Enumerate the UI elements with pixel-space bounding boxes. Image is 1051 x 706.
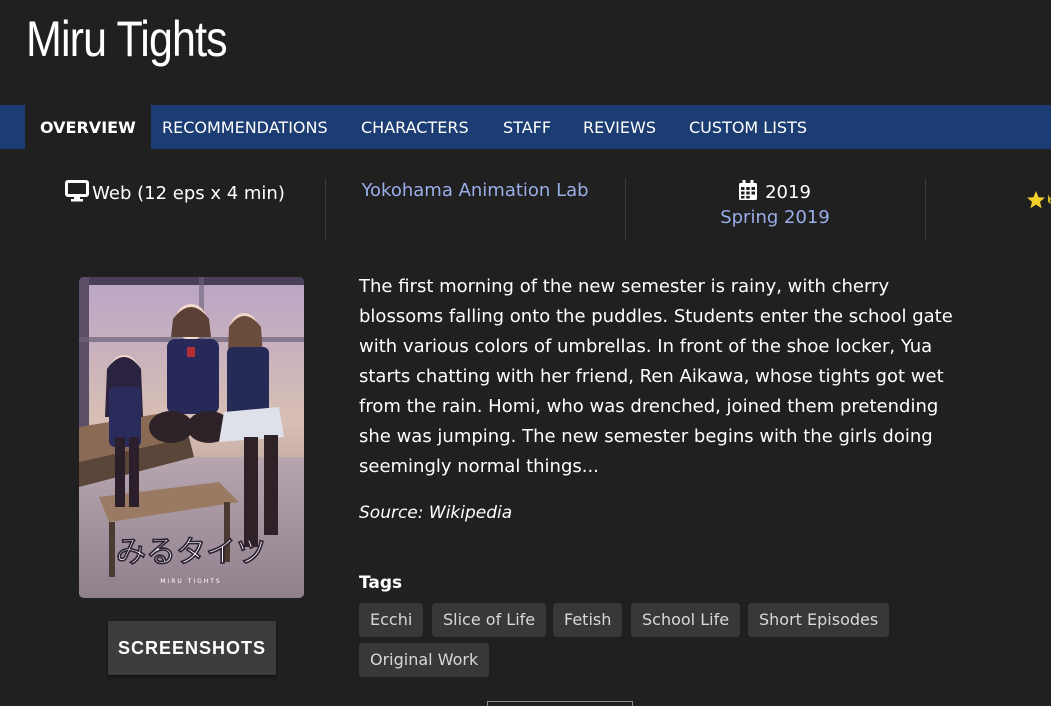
page-title: Miru Tights [26, 11, 228, 67]
divider [625, 178, 626, 240]
tab-characters[interactable]: CHARACTERS [361, 105, 469, 149]
source-text: Source: Wikipedia [359, 503, 513, 523]
poster-logo-subtext: MIRU TIGHTS [160, 578, 221, 585]
poster-logo: みるタイツ [116, 535, 266, 570]
tab-bar: OVERVIEW RECOMMENDATIONS CHARACTERS STAF… [0, 105, 1051, 149]
tag-short-episodes[interactable]: Short Episodes [748, 603, 890, 637]
screenshots-button[interactable]: SCREENSHOTS [108, 621, 276, 675]
year-text: 2019 [765, 182, 811, 203]
tag-original-work[interactable]: Original Work [359, 643, 490, 677]
date-info: 2019 Spring 2019 [630, 180, 920, 242]
tags-heading: Tags [359, 573, 403, 593]
star-icon [1026, 190, 1051, 216]
calendar-icon [739, 180, 758, 205]
synopsis-text: The first morning of the new semester is… [359, 276, 953, 477]
divider [925, 178, 926, 240]
monitor-icon [65, 180, 90, 207]
cut-off-element [487, 701, 633, 706]
season-link[interactable]: Spring 2019 [630, 207, 920, 228]
studio-info: Yokohama Animation Lab [330, 180, 620, 242]
format-info: Web (12 eps x 4 min) [30, 180, 320, 242]
tag-ecchi[interactable]: Ecchi [359, 603, 424, 637]
studio-link[interactable]: Yokohama Animation Lab [361, 180, 588, 201]
tag-school-life[interactable]: School Life [631, 603, 741, 637]
tab-recommendations[interactable]: RECOMMENDATIONS [162, 105, 328, 149]
tab-custom-lists[interactable]: CUSTOM LISTS [689, 105, 807, 149]
format-text: Web (12 eps x 4 min) [92, 183, 285, 204]
tab-staff[interactable]: STAFF [503, 105, 551, 149]
tab-reviews[interactable]: REVIEWS [583, 105, 656, 149]
tab-overview[interactable]: OVERVIEW [25, 105, 151, 149]
tag-slice-of-life[interactable]: Slice of Life [432, 603, 547, 637]
poster-image[interactable]: みるタイツ MIRU TIGHTS [79, 277, 304, 598]
info-row: Web (12 eps x 4 min) Yokohama Animation … [0, 180, 1051, 242]
tag-fetish[interactable]: Fetish [553, 603, 623, 637]
divider [325, 178, 326, 240]
